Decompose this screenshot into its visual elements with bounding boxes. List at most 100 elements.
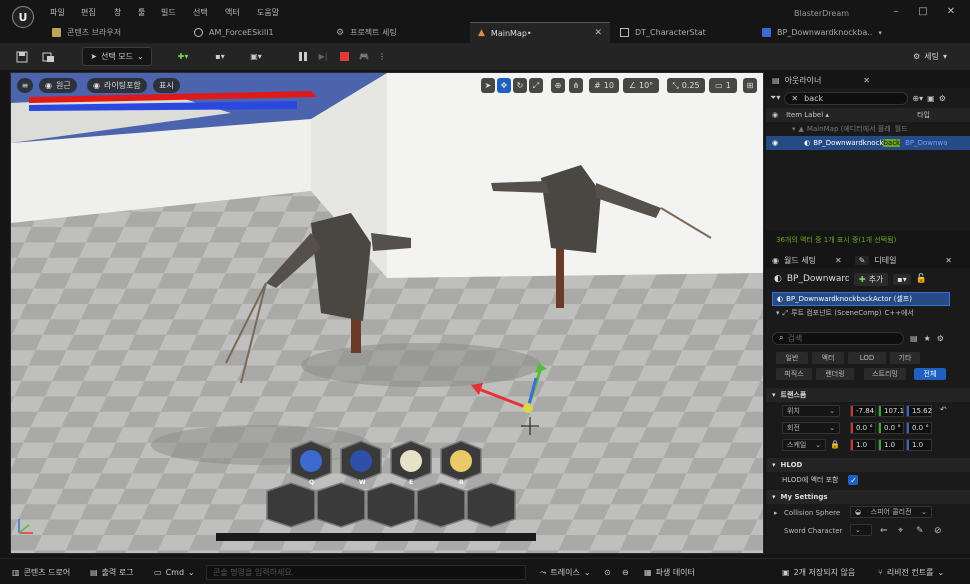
filter-misc[interactable]: 기타 bbox=[890, 352, 920, 364]
revision-control-button[interactable]: ⑂ 리비전 컨트롤 ⌄ bbox=[878, 565, 944, 580]
location-x-field[interactable]: -7.84 bbox=[850, 405, 876, 417]
chevron-down-icon[interactable]: ▾ bbox=[878, 29, 882, 37]
visibility-icon[interactable]: ◉ bbox=[772, 111, 778, 119]
rotation-x-field[interactable]: 0.0 ° bbox=[850, 422, 876, 434]
section-hlod[interactable]: ▾ HLOD bbox=[766, 458, 970, 472]
tab-content-browser[interactable]: 콘텐츠 브라우저 bbox=[44, 22, 174, 43]
settings-icon[interactable]: ⚙ bbox=[939, 94, 946, 103]
tab-am-forceeskill1[interactable]: AM_ForceESkill1 bbox=[186, 22, 306, 43]
maximize-button[interactable]: □ bbox=[916, 6, 930, 18]
column-type[interactable]: 타입 bbox=[917, 110, 930, 120]
reset-icon[interactable]: ↶ bbox=[940, 405, 947, 414]
menu-window[interactable]: 창 bbox=[114, 7, 121, 18]
content-drawer-button[interactable]: ▥ 콘텐츠 드로어 bbox=[12, 565, 70, 580]
filter-rendering[interactable]: 렌더링 bbox=[816, 368, 854, 380]
scale-tool-icon[interactable]: ⤢ bbox=[529, 78, 543, 93]
section-my-settings[interactable]: ▾ My Settings bbox=[766, 490, 970, 504]
outliner-world-row[interactable]: ▾ ▲ MainMap (에디터에서 플레 월드 bbox=[766, 122, 970, 136]
menu-select[interactable]: 선택 bbox=[193, 7, 208, 18]
scale-snap-toggle[interactable]: ⤡ 0.25 bbox=[667, 78, 705, 93]
collision-sphere-dropdown[interactable]: ◒ 스피어 콜리전 ⌄ bbox=[850, 506, 932, 518]
lock-icon[interactable]: 🔒 bbox=[830, 440, 840, 449]
outliner-search-input[interactable]: ✕ back bbox=[784, 91, 909, 105]
table-view-icon[interactable]: ▤ bbox=[910, 334, 918, 343]
tab-world-settings[interactable]: 월드 세팅 bbox=[784, 255, 816, 266]
stop-icon[interactable] bbox=[338, 47, 350, 66]
location-y-field[interactable]: 107.1 bbox=[878, 405, 904, 417]
sword-character-dropdown[interactable]: ⌄ bbox=[850, 524, 872, 536]
use-selected-icon[interactable]: ⇐ bbox=[880, 526, 888, 536]
menu-help[interactable]: 도움말 bbox=[257, 7, 279, 18]
cloud-icon[interactable]: ⊖ bbox=[622, 565, 629, 580]
column-item-label[interactable]: Item Label ▴ bbox=[786, 111, 829, 119]
tab-project-settings[interactable]: ⚙ 프로젝트 세팅 bbox=[328, 22, 458, 43]
console-input[interactable]: 콘솔 명령을 입력하세요. bbox=[206, 565, 526, 580]
scale-mode-dropdown[interactable]: 스케일 ⌄ bbox=[782, 439, 826, 451]
viewport-menu-icon[interactable]: ≡ bbox=[17, 78, 33, 93]
perspective-button[interactable]: ◉ 원근 bbox=[39, 78, 77, 93]
filter-all[interactable]: 전체 bbox=[914, 368, 946, 380]
folder-add-icon[interactable]: ▣ bbox=[927, 94, 935, 103]
filter-general[interactable]: 일반 bbox=[776, 352, 808, 364]
actor-name-field[interactable]: BP_Downward bbox=[787, 274, 849, 284]
rotate-tool-icon[interactable]: ↻ bbox=[513, 78, 527, 93]
pause-icon[interactable] bbox=[296, 47, 310, 66]
section-transform[interactable]: ▾ 트랜스폼 bbox=[766, 388, 970, 402]
tree-collapse-icon[interactable]: ▾ bbox=[776, 309, 780, 317]
save-icon[interactable] bbox=[14, 47, 30, 66]
close-icon[interactable]: ✕ bbox=[594, 28, 602, 38]
favorite-icon[interactable]: ★ bbox=[924, 334, 931, 343]
browse-icon[interactable]: ⌖ bbox=[898, 526, 903, 536]
trace-button[interactable]: ⤳ 트레이스 ⌄ bbox=[540, 565, 591, 580]
menu-build[interactable]: 빌드 bbox=[161, 7, 176, 18]
clear-icon[interactable]: ✕ bbox=[791, 94, 798, 103]
cinematics-icon[interactable]: ▣▾ bbox=[242, 47, 270, 66]
blueprint-menu-icon[interactable]: ▪▾ bbox=[206, 47, 234, 66]
hlod-include-checkbox[interactable]: ✓ bbox=[848, 475, 859, 485]
close-icon[interactable]: ✕ bbox=[835, 256, 842, 265]
outliner-actor-row[interactable]: ◉ ◐ BP_Downwardknock back BP_Downwa bbox=[766, 136, 970, 150]
tab-mainmap[interactable]: ▲ MainMap• ✕ bbox=[470, 22, 610, 43]
collision-sphere-row-arrow[interactable]: ▸ bbox=[774, 509, 778, 517]
derived-data-button[interactable]: ▦ 파생 데이터 bbox=[644, 565, 695, 580]
tab-dt-characterstat[interactable]: DT_CharacterStat bbox=[612, 22, 752, 43]
location-z-field[interactable]: 15.62 bbox=[906, 405, 932, 417]
rotation-z-field[interactable]: 0.0 ° bbox=[906, 422, 932, 434]
menu-edit[interactable]: 편집 bbox=[81, 7, 96, 18]
camera-speed-button[interactable]: ▭ 1 bbox=[709, 78, 737, 93]
rotation-mode-dropdown[interactable]: 회전 ⌄ bbox=[782, 422, 840, 434]
menu-tools[interactable]: 툴 bbox=[138, 7, 145, 18]
lock-icon[interactable]: 🔓 bbox=[916, 274, 927, 284]
settings-icon[interactable]: ⚙ bbox=[937, 334, 944, 343]
add-actor-icon[interactable]: ✚▾ bbox=[170, 47, 196, 66]
settings-button[interactable]: ⚙ 세팅 ▾ bbox=[904, 47, 956, 66]
show-button[interactable]: 표시 bbox=[153, 78, 180, 93]
close-icon[interactable]: ✕ bbox=[863, 76, 870, 85]
filter-actor[interactable]: 액터 bbox=[812, 352, 844, 364]
filter-streaming[interactable]: 스트리밍 bbox=[864, 368, 906, 380]
surface-snap-icon[interactable]: ⋔ bbox=[569, 78, 583, 93]
minimize-button[interactable]: – bbox=[889, 6, 903, 18]
picker-icon[interactable]: ✎ bbox=[916, 526, 924, 536]
more-options-icon[interactable]: ⋮ bbox=[378, 47, 386, 66]
translate-tool-icon[interactable]: ✥ bbox=[497, 78, 511, 93]
blueprint-options-icon[interactable]: ▪▾ bbox=[893, 273, 911, 285]
scale-y-field[interactable]: 1.0 bbox=[878, 439, 904, 451]
add-component-button[interactable]: ✚ 추가 bbox=[853, 272, 889, 286]
component-row-child[interactable]: ▾ ⤢ 루트 컴포넌트 (SceneComp) C++에서 bbox=[776, 306, 950, 320]
select-mode-dropdown[interactable]: ➤ 선택 모드 ⌄ bbox=[82, 47, 152, 66]
add-filter-icon[interactable]: ⊕▾ bbox=[912, 94, 923, 103]
world-space-icon[interactable]: ⊕ bbox=[551, 78, 565, 93]
scale-z-field[interactable]: 1.0 bbox=[906, 439, 932, 451]
tree-collapse-icon[interactable]: ▾ bbox=[792, 125, 796, 133]
filter-icon[interactable]: ⏷▾ bbox=[770, 93, 780, 103]
clear-icon[interactable]: ⊘ bbox=[934, 526, 942, 536]
component-row-root[interactable]: ◐ BP_DownwardknockbackActor (셀프) bbox=[772, 292, 950, 306]
location-mode-dropdown[interactable]: 위치 ⌄ bbox=[782, 405, 840, 417]
details-search-input[interactable]: ⌕ 검색 bbox=[772, 331, 904, 345]
eject-gamepad-icon[interactable]: 🎮 bbox=[356, 47, 372, 66]
close-window-button[interactable]: ✕ bbox=[944, 6, 958, 18]
lighting-button[interactable]: ◉ 라이팅포함 bbox=[87, 78, 147, 93]
tab-bp-downwardknockback[interactable]: BP_Downwardknockba.. ▾ bbox=[754, 22, 904, 43]
cmd-dropdown[interactable]: ▭ Cmd ⌄ bbox=[154, 565, 195, 580]
